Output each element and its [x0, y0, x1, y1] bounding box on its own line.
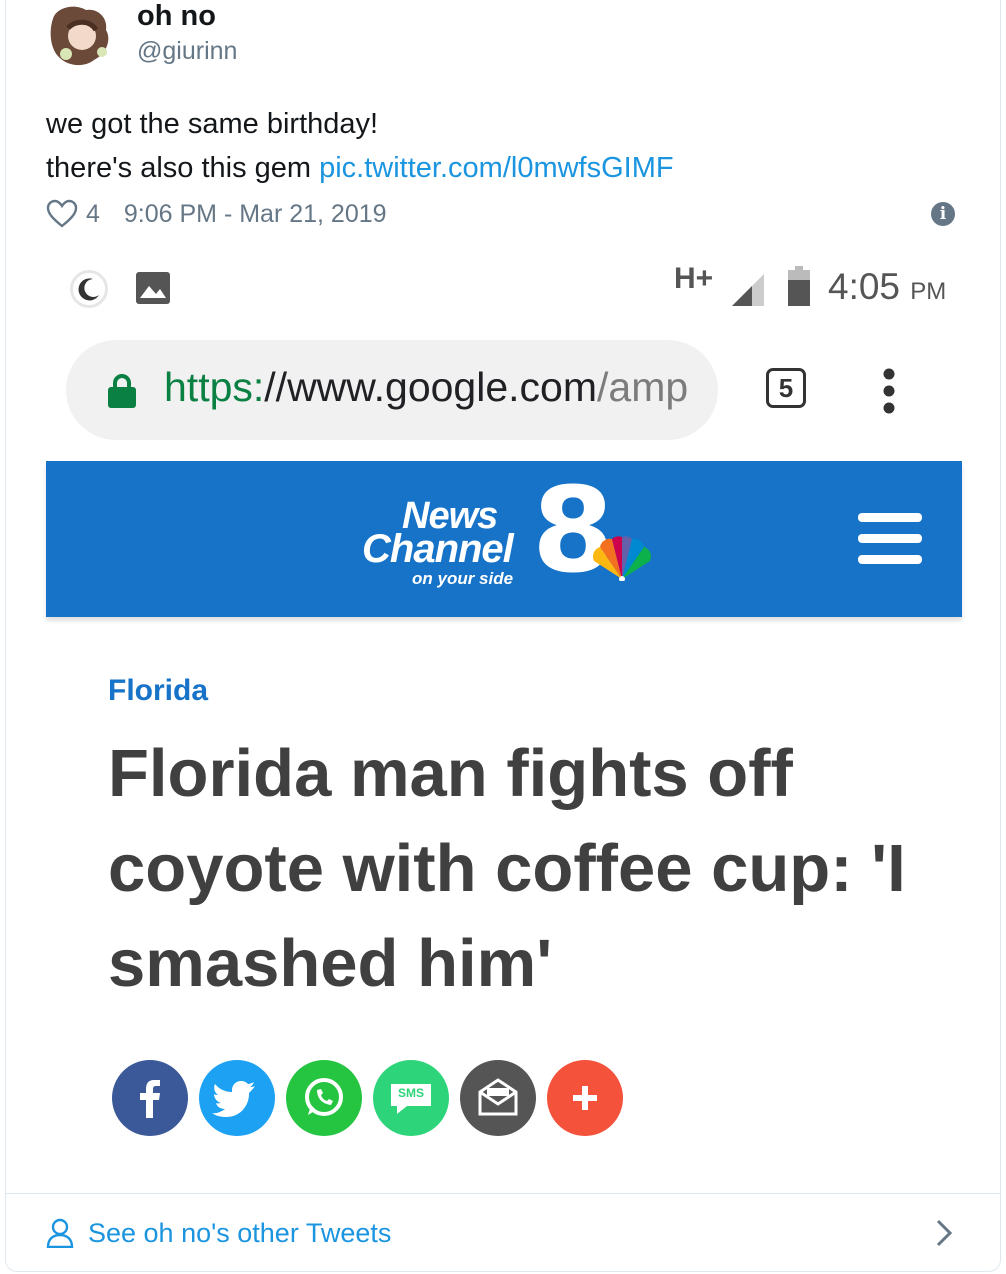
- more-share-button: [547, 1060, 623, 1136]
- news-channel-8-logo: 8 News Channel on your side: [362, 471, 662, 591]
- more-vert-icon: [883, 368, 895, 414]
- hamburger-menu-icon: [858, 513, 922, 564]
- lock-icon: [108, 374, 136, 408]
- avatar[interactable]: [46, 2, 118, 70]
- display-name[interactable]: oh no: [137, 0, 216, 33]
- person-icon: [46, 1218, 74, 1248]
- footer-divider: [5, 1193, 1001, 1194]
- tweet-meta: 4 9:06 PM - Mar 21, 2019: [46, 196, 387, 232]
- chevron-right-icon[interactable]: [935, 1218, 953, 1248]
- like-count[interactable]: 4: [86, 200, 100, 229]
- image-icon: [136, 272, 170, 304]
- user-handle[interactable]: @giurinn: [137, 37, 237, 66]
- facebook-share-button: [112, 1060, 188, 1136]
- whatsapp-share-button: [286, 1060, 362, 1136]
- site-header: 8 News Channel on your side: [46, 461, 962, 617]
- tweet-media-link[interactable]: pic.twitter.com/l0mwfsGIMF: [319, 152, 674, 184]
- sms-label: SMS: [397, 1086, 424, 1100]
- article-headline: Florida man fights off coyote with coffe…: [108, 736, 906, 1001]
- logo-channel: Channel: [362, 527, 514, 571]
- signal-icon: [732, 274, 764, 306]
- tweet-text-prefix: there's also this gem: [46, 152, 320, 184]
- status-time-value: 4:05: [828, 266, 901, 307]
- twitter-share-button: [199, 1060, 275, 1136]
- other-tweets-link[interactable]: See oh no's other Tweets: [46, 1206, 391, 1260]
- url-host: //www.google.com: [264, 364, 597, 410]
- logo-tagline: on your side: [412, 569, 514, 588]
- status-time: 4:05 PM: [828, 266, 946, 308]
- tab-count-button: 5: [766, 368, 806, 408]
- tweet-text-line2: there's also this gem pic.twitter.com/l0…: [46, 146, 674, 190]
- tweet-timestamp[interactable]: 9:06 PM - Mar 21, 2019: [124, 200, 387, 229]
- heart-icon[interactable]: [46, 199, 78, 229]
- info-icon[interactable]: i: [931, 202, 955, 226]
- attached-image[interactable]: H+ 4:05 PM https://www.google.com/amp 5 …: [46, 250, 962, 1160]
- network-type: H+: [674, 262, 714, 295]
- phone-status-bar: H+ 4:05 PM: [46, 250, 962, 330]
- email-share-button: [460, 1060, 536, 1136]
- url-path: /amp: [597, 364, 689, 410]
- browser-url-bar: https://www.google.com/amp: [66, 340, 718, 440]
- tweet-text: we got the same birthday! there's also t…: [46, 102, 674, 190]
- do-not-disturb-icon: [70, 270, 108, 308]
- section-label: Florida: [108, 674, 209, 707]
- battery-icon: [788, 266, 810, 306]
- sms-share-button: SMS: [373, 1060, 449, 1136]
- other-tweets-label: See oh no's other Tweets: [88, 1217, 392, 1248]
- nbc-peacock-icon: [592, 536, 652, 581]
- url-text: https://www.google.com/amp: [164, 364, 709, 411]
- tweet-text-line1: we got the same birthday!: [46, 108, 379, 140]
- url-scheme: https:: [164, 364, 265, 410]
- status-time-ampm: PM: [910, 278, 947, 305]
